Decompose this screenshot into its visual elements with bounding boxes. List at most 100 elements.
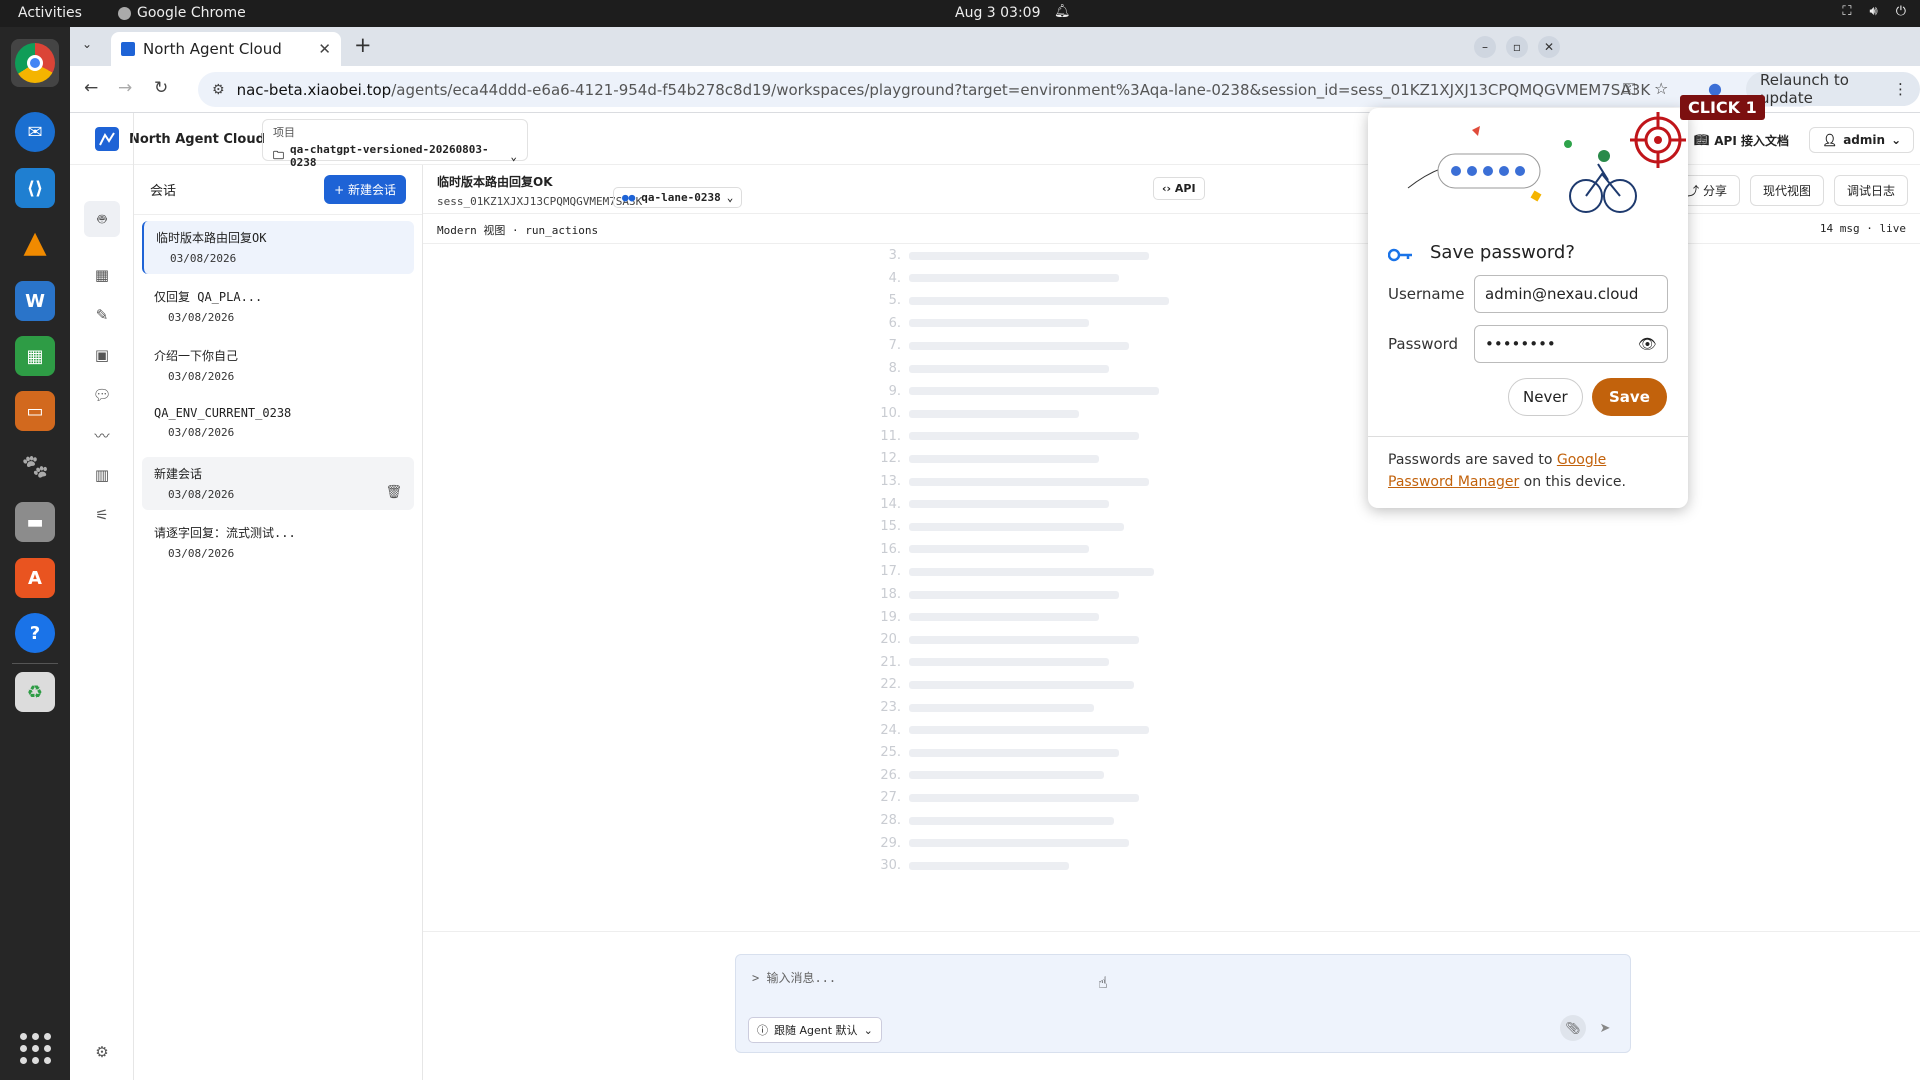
rail-dashboard-icon[interactable]: ▦ <box>90 263 114 287</box>
rail-settings-sliders-icon[interactable]: ⚟ <box>90 503 114 527</box>
user-menu[interactable]: 👤︎ admin ⌄ <box>1808 127 1915 153</box>
rail-edit-icon[interactable]: ✎ <box>90 303 114 327</box>
password-key-icon[interactable]: ⚿ <box>1623 79 1635 99</box>
message-stats: 14 msg · live <box>1819 222 1906 235</box>
eye-icon[interactable]: 👁︎ <box>1638 335 1657 353</box>
dock-calc[interactable]: ▦ <box>11 332 59 380</box>
dock-thunderbird[interactable]: ✉ <box>11 108 59 156</box>
line-number: 3. <box>888 248 901 263</box>
rail-activity-icon[interactable]: 〰 <box>90 423 114 447</box>
session-list-header: 会话 + 新建会话 <box>134 165 422 215</box>
info-icon: ⓘ <box>757 1024 768 1037</box>
app-menu[interactable]: Google Chrome <box>118 5 246 21</box>
lane-selector[interactable]: ●● qa-lane-0238 ⌄ <box>613 187 743 208</box>
back-button[interactable]: ← <box>84 78 98 98</box>
rail-chart-icon[interactable]: ▥ <box>90 463 114 487</box>
dock-impress[interactable]: ▭ <box>11 387 59 435</box>
password-field[interactable]: •••••••• 👁︎ <box>1474 325 1668 363</box>
faded-text-bar <box>909 771 1104 780</box>
never-button[interactable]: Never <box>1508 378 1583 416</box>
browser-tab[interactable]: North Agent Cloud ✕ <box>111 32 341 66</box>
faded-message-line: 24. <box>879 723 1149 738</box>
header-actions: 📖︎ API 接入文档 👤︎ admin ⌄ <box>1694 127 1915 153</box>
faded-message-line: 15. <box>879 519 1124 534</box>
dock-help[interactable]: ? <box>11 609 59 657</box>
new-tab-button[interactable]: + <box>354 33 372 57</box>
lane-value: qa-lane-0238 <box>641 191 721 204</box>
dock-trash[interactable]: ♻ <box>11 668 59 716</box>
username-field[interactable]: admin@nexau.cloud <box>1474 275 1668 313</box>
close-window-button[interactable]: ✕ <box>1538 36 1560 58</box>
rail-settings-icon[interactable]: ⚙ <box>90 1040 114 1064</box>
folder-icon: 🗀 <box>273 148 284 162</box>
rail-agent-icon[interactable]: 🤖︎ <box>84 201 120 237</box>
faded-message-line: 20. <box>879 632 1139 647</box>
rail-terminal-icon[interactable]: ▣ <box>90 343 114 367</box>
debug-log-button[interactable]: 调试日志 <box>1833 175 1908 206</box>
faded-text-bar <box>909 274 1119 283</box>
dock-software[interactable]: A <box>11 554 59 602</box>
attach-icon[interactable]: 📎︎ <box>1560 1015 1586 1041</box>
kebab-menu-icon[interactable]: ⋮ <box>1893 80 1908 98</box>
chevron-down-icon: ⌄ <box>1891 133 1902 147</box>
faded-message-line: 18. <box>879 587 1119 602</box>
tab-search-icon[interactable]: ⌄ <box>82 37 92 51</box>
site-info-icon[interactable]: ⚙ <box>212 82 225 98</box>
reload-button[interactable]: ↻ <box>154 78 168 98</box>
session-id: sess_01KZ1XJXJ13CPQMQGVMEM7SA3K <box>437 195 643 208</box>
password-row: Password •••••••• 👁︎ <box>1388 325 1668 363</box>
footer-suffix: on this device. <box>1519 474 1626 490</box>
rail-chat-icon[interactable]: 💬︎ <box>90 383 114 407</box>
message-composer[interactable]: > 输入消息... ⓘ 跟随 Agent 默认 ⌄ 📎︎ ➤ <box>735 954 1631 1053</box>
trash-icon: ♻ <box>15 672 55 712</box>
message-input[interactable]: > 输入消息... <box>752 969 836 986</box>
modern-view-button[interactable]: 现代视图 <box>1749 175 1824 206</box>
dock-vlc[interactable]: ▲ <box>11 218 59 266</box>
session-list-panel: 会话 + 新建会话 临时版本路由回复OK 03/08/2026 仅回复 QA_PL… <box>134 165 423 1080</box>
relaunch-label: Relaunch to update <box>1760 71 1849 107</box>
minimize-button[interactable]: – <box>1474 36 1496 58</box>
dock-chrome[interactable] <box>11 39 59 87</box>
api-docs-label: API 接入文档 <box>1714 133 1789 148</box>
line-number: 13. <box>880 474 901 489</box>
activities-button[interactable]: Activities <box>18 5 82 21</box>
api-button[interactable]: ‹› API <box>1153 177 1205 200</box>
show-apps-button[interactable] <box>11 1024 59 1072</box>
session-item[interactable]: 新建会话 03/08/2026 🗑︎ <box>142 457 414 510</box>
session-item[interactable]: 临时版本路由回复OK 03/08/2026 <box>142 221 414 274</box>
line-number: 27. <box>880 790 901 806</box>
faded-text-bar <box>909 590 1119 599</box>
new-session-button[interactable]: + 新建会话 <box>324 175 406 204</box>
faded-text-bar <box>909 635 1139 644</box>
session-item[interactable]: 介绍一下你自己 03/08/2026 <box>142 339 414 392</box>
system-tray[interactable]: ⛶ 🔊︎ ⏻ <box>1842 4 1906 19</box>
bookmark-star-icon[interactable]: ☆ <box>1654 79 1668 98</box>
delete-session-icon[interactable]: 🗑︎ <box>385 485 402 500</box>
faded-text-bar <box>909 861 1069 870</box>
url-host: nac-beta.xiaobei.top <box>236 80 392 99</box>
maximize-button[interactable]: ▫ <box>1506 36 1528 58</box>
project-selector[interactable]: 项目 🗀 qa-chatgpt-versioned-20260803-0238 ⌄ <box>262 119 528 169</box>
dock-gimp[interactable]: 🐾︎ <box>11 443 59 491</box>
agent-selector[interactable]: ⓘ 跟随 Agent 默认 ⌄ <box>748 1017 882 1043</box>
line-number: 17. <box>880 564 901 580</box>
relaunch-button[interactable]: Relaunch to update ⋮ <box>1746 71 1920 107</box>
dock-writer[interactable]: W <box>11 277 59 325</box>
session-date: 03/08/2026 <box>168 547 235 560</box>
clock[interactable]: Aug 3 03:09 <box>955 5 1041 21</box>
dock-vscode[interactable]: ⟨⟩ <box>11 164 59 212</box>
line-number: 9. <box>888 383 901 399</box>
dock-files[interactable]: ▬ <box>11 498 59 546</box>
api-docs-link[interactable]: 📖︎ API 接入文档 <box>1694 132 1789 149</box>
session-item[interactable]: 请逐字回复：流式测试... 03/08/2026 <box>142 516 414 569</box>
save-button[interactable]: Save <box>1592 378 1667 416</box>
forward-button[interactable]: → <box>118 78 132 98</box>
session-item[interactable]: 仅回复 QA_PLA... 03/08/2026 <box>142 280 414 333</box>
close-tab-icon[interactable]: ✕ <box>318 40 331 58</box>
address-bar[interactable]: ⚙ nac-beta.xiaobei.top/agents/eca44ddd-e… <box>198 72 1818 107</box>
files-icon: ▬ <box>15 502 55 542</box>
send-icon[interactable]: ➤ <box>1592 1015 1618 1041</box>
password-footer: Passwords are saved to Google Password M… <box>1368 436 1688 505</box>
message-stream: 3. 4. 5. 6. 7. 8. 9. 10. 11. 12. 13. 14. 15. 16. 17. 18… <box>423 244 1920 934</box>
session-item[interactable]: QA_ENV_CURRENT_0238 03/08/2026 <box>142 398 414 451</box>
